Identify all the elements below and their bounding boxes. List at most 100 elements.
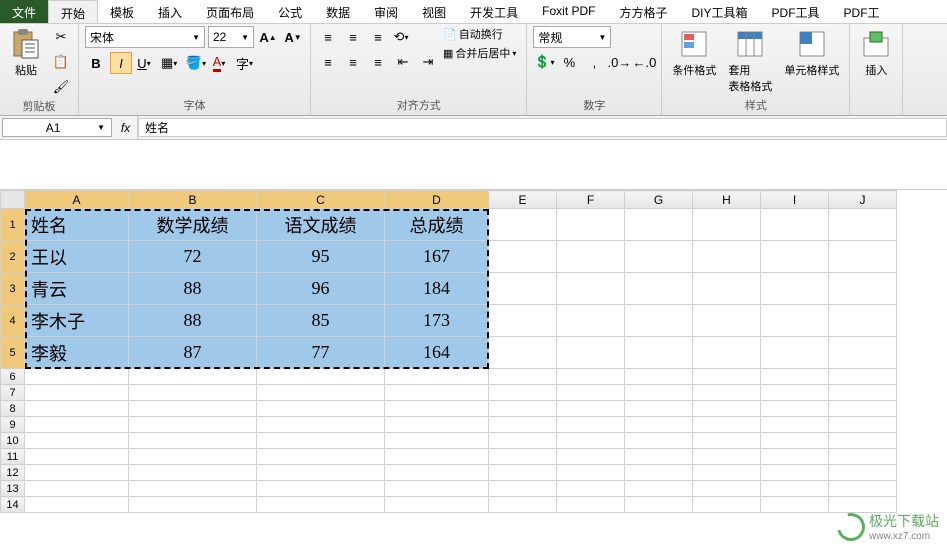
tab-insert[interactable]: 插入 (146, 0, 194, 23)
row-header-9[interactable]: 9 (1, 417, 25, 433)
cell-G3[interactable] (625, 273, 693, 305)
row-header-6[interactable]: 6 (1, 369, 25, 385)
cell-J10[interactable] (829, 433, 897, 449)
cell-F2[interactable] (557, 241, 625, 273)
cell-C9[interactable] (257, 417, 385, 433)
cell-B14[interactable] (129, 497, 257, 513)
cell-F13[interactable] (557, 481, 625, 497)
cond-format-button[interactable]: 条件格式 (668, 26, 720, 80)
cell-A11[interactable] (25, 449, 129, 465)
cell-D13[interactable] (385, 481, 489, 497)
cell-J1[interactable] (829, 209, 897, 241)
col-header-G[interactable]: G (625, 191, 693, 209)
format-painter-button[interactable]: 🖌 (50, 76, 72, 98)
cell-D5[interactable]: 164 (385, 337, 489, 369)
wrap-text-button[interactable]: 📄自动换行 (443, 26, 520, 42)
comma-button[interactable]: , (583, 51, 605, 73)
number-format-combo[interactable]: 常规▼ (533, 26, 611, 48)
cell-I12[interactable] (761, 465, 829, 481)
cell-I8[interactable] (761, 401, 829, 417)
name-box[interactable]: A1▼ (2, 118, 112, 137)
cell-I4[interactable] (761, 305, 829, 337)
cell-H1[interactable] (693, 209, 761, 241)
dec-decimal-button[interactable]: ←.0 (633, 51, 655, 73)
copy-button[interactable]: 📋 (50, 51, 72, 73)
cell-F14[interactable] (557, 497, 625, 513)
cell-C13[interactable] (257, 481, 385, 497)
cell-J5[interactable] (829, 337, 897, 369)
cell-G7[interactable] (625, 385, 693, 401)
fx-button[interactable]: fx (114, 116, 138, 139)
cell-A7[interactable] (25, 385, 129, 401)
cell-E1[interactable] (489, 209, 557, 241)
fill-color-button[interactable]: 🪣▾ (185, 52, 207, 74)
cell-E10[interactable] (489, 433, 557, 449)
cell-I14[interactable] (761, 497, 829, 513)
cell-B3[interactable]: 88 (129, 273, 257, 305)
cell-J2[interactable] (829, 241, 897, 273)
cell-I1[interactable] (761, 209, 829, 241)
cell-J8[interactable] (829, 401, 897, 417)
cell-E13[interactable] (489, 481, 557, 497)
row-header-11[interactable]: 11 (1, 449, 25, 465)
cell-E12[interactable] (489, 465, 557, 481)
cell-B6[interactable] (129, 369, 257, 385)
cell-D14[interactable] (385, 497, 489, 513)
border-button[interactable]: ▦▾ (160, 52, 182, 74)
cell-I13[interactable] (761, 481, 829, 497)
cell-H8[interactable] (693, 401, 761, 417)
cell-B4[interactable]: 88 (129, 305, 257, 337)
cell-G6[interactable] (625, 369, 693, 385)
tab-pdf1[interactable]: PDF工具 (760, 0, 832, 23)
cell-F12[interactable] (557, 465, 625, 481)
cell-F8[interactable] (557, 401, 625, 417)
align-middle-button[interactable]: ≡ (342, 26, 364, 48)
row-header-1[interactable]: 1 (1, 209, 25, 241)
cut-button[interactable]: ✂ (50, 26, 72, 48)
cell-D4[interactable]: 173 (385, 305, 489, 337)
insert-button[interactable]: 插入 (856, 26, 896, 80)
cell-F5[interactable] (557, 337, 625, 369)
underline-button[interactable]: U▾ (135, 52, 157, 74)
cell-C12[interactable] (257, 465, 385, 481)
tab-pdf2[interactable]: PDF工 (832, 0, 892, 23)
cell-H14[interactable] (693, 497, 761, 513)
cell-G10[interactable] (625, 433, 693, 449)
cell-F7[interactable] (557, 385, 625, 401)
tab-home[interactable]: 开始 (48, 0, 98, 23)
cell-C8[interactable] (257, 401, 385, 417)
cell-A10[interactable] (25, 433, 129, 449)
cell-A1[interactable]: 姓名 (25, 209, 129, 241)
tab-foxit[interactable]: Foxit PDF (530, 0, 607, 23)
align-center-button[interactable]: ≡ (342, 51, 364, 73)
align-right-button[interactable]: ≡ (367, 51, 389, 73)
col-header-E[interactable]: E (489, 191, 557, 209)
cell-A13[interactable] (25, 481, 129, 497)
col-header-J[interactable]: J (829, 191, 897, 209)
cell-A12[interactable] (25, 465, 129, 481)
cell-A3[interactable]: 青云 (25, 273, 129, 305)
font-name-combo[interactable]: 宋体▼ (85, 26, 205, 48)
cell-H9[interactable] (693, 417, 761, 433)
cell-J7[interactable] (829, 385, 897, 401)
col-header-I[interactable]: I (761, 191, 829, 209)
row-header-2[interactable]: 2 (1, 241, 25, 273)
row-header-7[interactable]: 7 (1, 385, 25, 401)
shrink-font-button[interactable]: A▼ (282, 26, 304, 48)
cell-A5[interactable]: 李毅 (25, 337, 129, 369)
cell-I6[interactable] (761, 369, 829, 385)
cell-B2[interactable]: 72 (129, 241, 257, 273)
tab-view[interactable]: 视图 (410, 0, 458, 23)
phonetic-button[interactable]: 字▾ (235, 52, 257, 74)
cell-A14[interactable] (25, 497, 129, 513)
cell-B12[interactable] (129, 465, 257, 481)
cell-E11[interactable] (489, 449, 557, 465)
cell-B11[interactable] (129, 449, 257, 465)
cell-J11[interactable] (829, 449, 897, 465)
cell-E2[interactable] (489, 241, 557, 273)
cell-C11[interactable] (257, 449, 385, 465)
cell-G14[interactable] (625, 497, 693, 513)
cell-D2[interactable]: 167 (385, 241, 489, 273)
cell-H13[interactable] (693, 481, 761, 497)
font-color-button[interactable]: A▾ (210, 52, 232, 74)
